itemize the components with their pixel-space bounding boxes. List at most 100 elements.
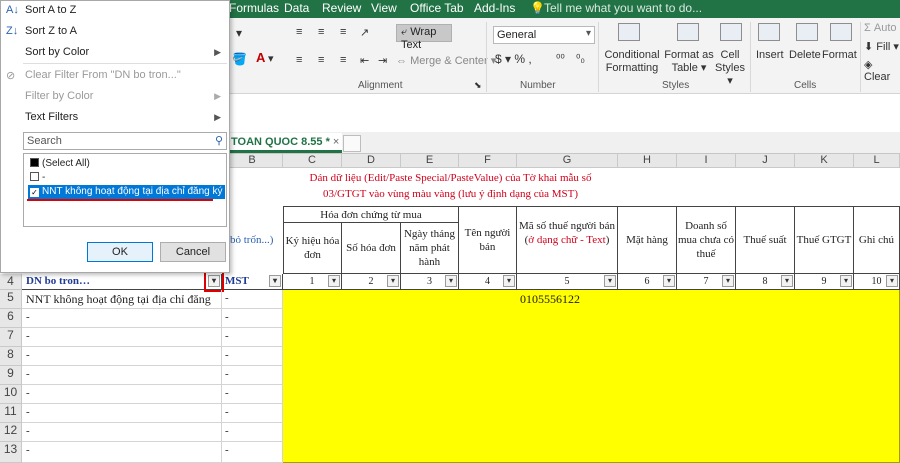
cell-a5[interactable]: NNT không hoạt động tại địa chỉ đăng ký <box>22 290 222 309</box>
clear-filter-item[interactable]: Clear Filter From "DN bo tron..." <box>25 69 181 81</box>
filter-dropdown-icon[interactable]: ▾ <box>503 275 515 287</box>
row-header-13[interactable]: 13 <box>0 442 22 463</box>
font-color-dropdown-icon[interactable]: ▾ <box>268 52 274 65</box>
cell-b7[interactable]: - <box>222 328 283 347</box>
num-cell-i4[interactable]: 7 ▾ <box>677 274 736 290</box>
cell-g5[interactable]: 0105556122 <box>517 290 618 309</box>
filter-search-input[interactable]: Search ⚲ <box>23 132 227 150</box>
filter-item-nnt[interactable]: ✓ NNT không hoạt động tại địa chỉ đăng ký <box>28 185 225 199</box>
row-header-5[interactable]: 5 <box>0 290 22 309</box>
cell-b13[interactable]: - <box>222 442 283 463</box>
outdent-icon[interactable]: ⇥ <box>378 54 387 67</box>
sheet-tab-toan-quoc[interactable]: TOAN QUOC 8.55 * × <box>228 133 342 153</box>
column-header-h[interactable]: H <box>618 154 677 168</box>
num-cell-c4[interactable]: 1 ▾ <box>283 274 342 290</box>
new-sheet-button[interactable] <box>343 135 361 152</box>
column-header-d[interactable]: D <box>342 154 401 168</box>
column-header-b[interactable]: B <box>222 154 283 168</box>
filter-dropdown-icon[interactable]: ▾ <box>840 275 852 287</box>
checkbox-checked-icon[interactable]: ✓ <box>30 188 39 197</box>
cell-b9[interactable]: - <box>222 366 283 385</box>
cell-b10[interactable]: - <box>222 385 283 404</box>
clear-button[interactable]: ◈ Clear <box>864 58 900 83</box>
column-header-g[interactable]: G <box>517 154 618 168</box>
number-format-select[interactable]: General <box>493 26 595 44</box>
wrap-text-button[interactable]: ⤶ Wrap Text <box>396 24 452 51</box>
sort-by-color-item[interactable]: Sort by Color <box>25 46 89 58</box>
dropdown-arrow-icon[interactable]: ▾ <box>236 26 242 40</box>
row-header-12[interactable]: 12 <box>0 423 22 442</box>
tab-data[interactable]: Data <box>284 1 309 15</box>
checkbox-partial-icon[interactable] <box>30 158 39 167</box>
column-header-k[interactable]: K <box>795 154 854 168</box>
tab-view[interactable]: View <box>371 1 397 15</box>
cell-b5[interactable]: - <box>222 290 283 309</box>
data-entry-area[interactable] <box>283 290 900 463</box>
text-filters-item[interactable]: Text Filters <box>25 111 78 123</box>
cell-a12[interactable]: - <box>22 423 222 442</box>
currency-percent-comma[interactable]: $ ▾ % , <box>495 52 532 66</box>
column-header-i[interactable]: I <box>677 154 736 168</box>
num-cell-j4[interactable]: 8 ▾ <box>736 274 795 290</box>
conditional-formatting-button[interactable]: Conditional Formatting <box>604 49 660 75</box>
align-right-icon[interactable]: ≡ <box>340 54 346 66</box>
format-as-table-button[interactable]: Format as Table ▾ <box>664 49 714 75</box>
num-cell-h4[interactable]: 6 ▾ <box>618 274 677 290</box>
num-cell-g4[interactable]: 5 ▾ <box>517 274 618 290</box>
column-header-l[interactable]: L <box>854 154 900 168</box>
align-top-icon[interactable]: ≡ <box>296 26 302 38</box>
align-bottom-icon[interactable]: ≡ <box>340 26 346 38</box>
filter-dropdown-icon[interactable]: ▾ <box>781 275 793 287</box>
row-header-7[interactable]: 7 <box>0 328 22 347</box>
tab-office-tab[interactable]: Office Tab <box>410 1 464 15</box>
cell-b12[interactable]: - <box>222 423 283 442</box>
cell-a13[interactable]: - <box>22 442 222 463</box>
cell-b6[interactable]: - <box>222 309 283 328</box>
filter-cell-b4[interactable]: MST ▾ <box>222 274 283 290</box>
format-button[interactable]: Format <box>822 49 857 61</box>
filter-dropdown-icon[interactable]: ▾ <box>269 275 281 287</box>
num-cell-d4[interactable]: 2 ▾ <box>342 274 401 290</box>
num-cell-e4[interactable]: 3 ▾ <box>401 274 459 290</box>
filter-dropdown-icon[interactable]: ▾ <box>328 275 340 287</box>
column-header-e[interactable]: E <box>401 154 459 168</box>
tab-add-ins[interactable]: Add-Ins <box>474 1 515 15</box>
align-center-icon[interactable]: ≡ <box>318 54 324 66</box>
sort-az-item[interactable]: Sort A to Z <box>25 4 76 16</box>
filter-dropdown-icon[interactable]: ▾ <box>604 275 616 287</box>
dialog-launcher-icon[interactable]: ⬊ <box>474 80 482 91</box>
filter-dropdown-icon[interactable]: ▾ <box>445 275 457 287</box>
autosum-button[interactable]: Σ Auto <box>864 22 897 34</box>
increase-decimal-icon[interactable]: ⁰⁰ <box>556 52 565 65</box>
cell-a6[interactable]: - <box>22 309 222 328</box>
cell-b11[interactable]: - <box>222 404 283 423</box>
cell-b8[interactable]: - <box>222 347 283 366</box>
font-color-icon[interactable]: A <box>256 50 265 65</box>
row-header-6[interactable]: 6 <box>0 309 22 328</box>
merge-center-button[interactable]: ⇔ Merge & Center ▾ <box>396 54 496 67</box>
cell-a11[interactable]: - <box>22 404 222 423</box>
row-header-9[interactable]: 9 <box>0 366 22 385</box>
insert-button[interactable]: Insert <box>756 49 784 61</box>
delete-button[interactable]: Delete <box>789 49 821 61</box>
align-middle-icon[interactable]: ≡ <box>318 26 324 38</box>
align-left-icon[interactable]: ≡ <box>296 54 302 66</box>
filter-cell-a4[interactable]: DN bo tron… ▾ <box>22 274 222 290</box>
cell-a7[interactable]: - <box>22 328 222 347</box>
column-header-j[interactable]: J <box>736 154 795 168</box>
filter-item-select-all[interactable]: (Select All) <box>30 157 90 171</box>
cell-a8[interactable]: - <box>22 347 222 366</box>
checkbox-unchecked-icon[interactable] <box>30 172 39 181</box>
row-header-10[interactable]: 10 <box>0 385 22 404</box>
orientation-icon[interactable]: ↗ <box>360 26 369 39</box>
tell-me-box[interactable]: Tell me what you want to do... <box>544 1 702 15</box>
close-tab-icon[interactable]: × <box>333 136 339 148</box>
cell-a10[interactable]: - <box>22 385 222 404</box>
ok-button[interactable]: OK <box>87 242 153 262</box>
tab-formulas[interactable]: Formulas <box>229 1 279 15</box>
fill-color-icon[interactable]: 🪣 <box>232 52 247 66</box>
column-header-f[interactable]: F <box>459 154 517 168</box>
num-cell-k4[interactable]: 9 ▾ <box>795 274 854 290</box>
fill-button[interactable]: ⬇ Fill ▾ <box>864 40 899 53</box>
row-header-8[interactable]: 8 <box>0 347 22 366</box>
